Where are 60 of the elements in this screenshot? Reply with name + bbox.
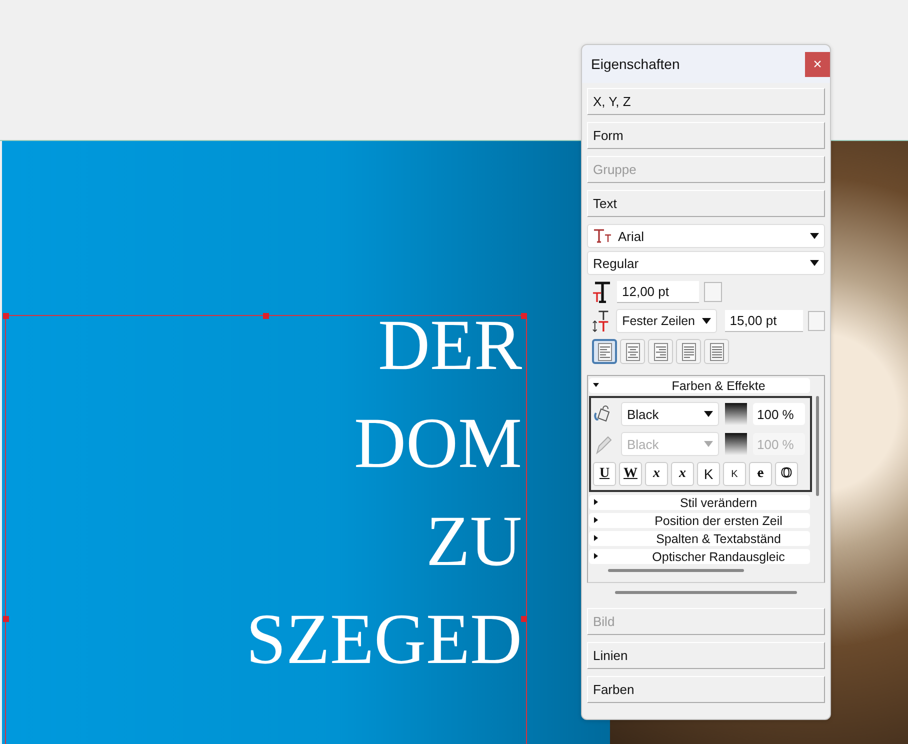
font-size-icon <box>592 281 612 303</box>
align-center-button[interactable] <box>620 339 645 364</box>
font-icon <box>593 229 613 243</box>
strike-button[interactable]: e <box>749 462 772 486</box>
caret-icon <box>810 233 819 239</box>
text-frame[interactable]: DER DOM ZU SZEGED <box>5 315 527 744</box>
subsection-header[interactable]: Position der ersten Zeil <box>589 513 810 528</box>
disclosure-triangle-icon <box>593 382 599 388</box>
line-spacing-field[interactable]: 15,00 pt <box>724 310 803 332</box>
align-justify-button[interactable] <box>676 339 701 364</box>
caret-icon <box>704 441 713 447</box>
disclosure-triangle-icon <box>593 516 599 522</box>
headline-line: ZU <box>426 500 522 583</box>
panel-title: Eigenschaften <box>591 56 680 72</box>
small-caps-button[interactable]: K <box>723 462 746 486</box>
scrollbar[interactable] <box>608 569 744 572</box>
selection-handle[interactable] <box>3 616 9 622</box>
disclosure-triangle-icon <box>593 552 599 558</box>
section-header[interactable]: Linien <box>587 642 825 669</box>
align-left-button[interactable] <box>592 339 617 364</box>
spin-button[interactable] <box>808 311 825 331</box>
subscript-button[interactable]: x <box>645 462 668 486</box>
font-style-dropdown[interactable]: Regular <box>587 251 825 275</box>
headline-line: SZEGED <box>246 598 522 681</box>
disclosure-triangle-icon <box>593 498 599 504</box>
line-spacing-mode-dropdown[interactable]: Fester Zeilen <box>616 309 717 333</box>
outline-button[interactable]: O <box>775 462 798 486</box>
section-header[interactable]: Farben <box>587 676 825 703</box>
font-family-dropdown[interactable]: Arial <box>587 224 825 248</box>
caret-icon <box>704 411 713 417</box>
section-header[interactable]: X, Y, Z <box>587 88 825 115</box>
selection-handle[interactable] <box>521 313 527 319</box>
selection-handle[interactable] <box>521 616 527 622</box>
subsection-header[interactable]: Farben & Effekte <box>589 378 810 393</box>
underline-words-button[interactable]: W <box>619 462 642 486</box>
spin-button[interactable] <box>704 282 722 302</box>
close-button[interactable]: × <box>805 52 830 76</box>
align-right-button[interactable] <box>648 339 673 364</box>
caret-icon <box>702 318 711 324</box>
selection-handle[interactable] <box>263 313 269 319</box>
scrollbar[interactable] <box>816 396 819 496</box>
superscript-button[interactable]: x <box>671 462 694 486</box>
caret-icon <box>810 260 819 266</box>
subsection-header[interactable]: Stil verändern <box>589 495 810 510</box>
headline-line: DOM <box>354 402 522 485</box>
caps-button[interactable]: K <box>697 462 720 486</box>
resize-grip[interactable] <box>615 591 797 594</box>
subsection-header[interactable]: Optischer Randausgleic <box>589 549 810 564</box>
align-forced-button[interactable] <box>704 339 729 364</box>
color-dropdown[interactable]: Black <box>621 402 719 426</box>
underline-button[interactable]: U <box>593 462 616 486</box>
selection-handle[interactable] <box>3 313 9 319</box>
font-size-field[interactable]: 12,00 pt <box>617 281 699 303</box>
section-header[interactable]: Form <box>587 122 825 149</box>
subsection-header[interactable]: Spalten & Textabständ <box>589 531 810 546</box>
section-header[interactable]: Text <box>587 190 825 217</box>
disclosure-triangle-icon <box>593 534 599 540</box>
gradient-swatch[interactable] <box>725 433 747 455</box>
gradient-swatch[interactable] <box>725 403 747 425</box>
opacity-field[interactable]: 100 % <box>753 403 805 425</box>
